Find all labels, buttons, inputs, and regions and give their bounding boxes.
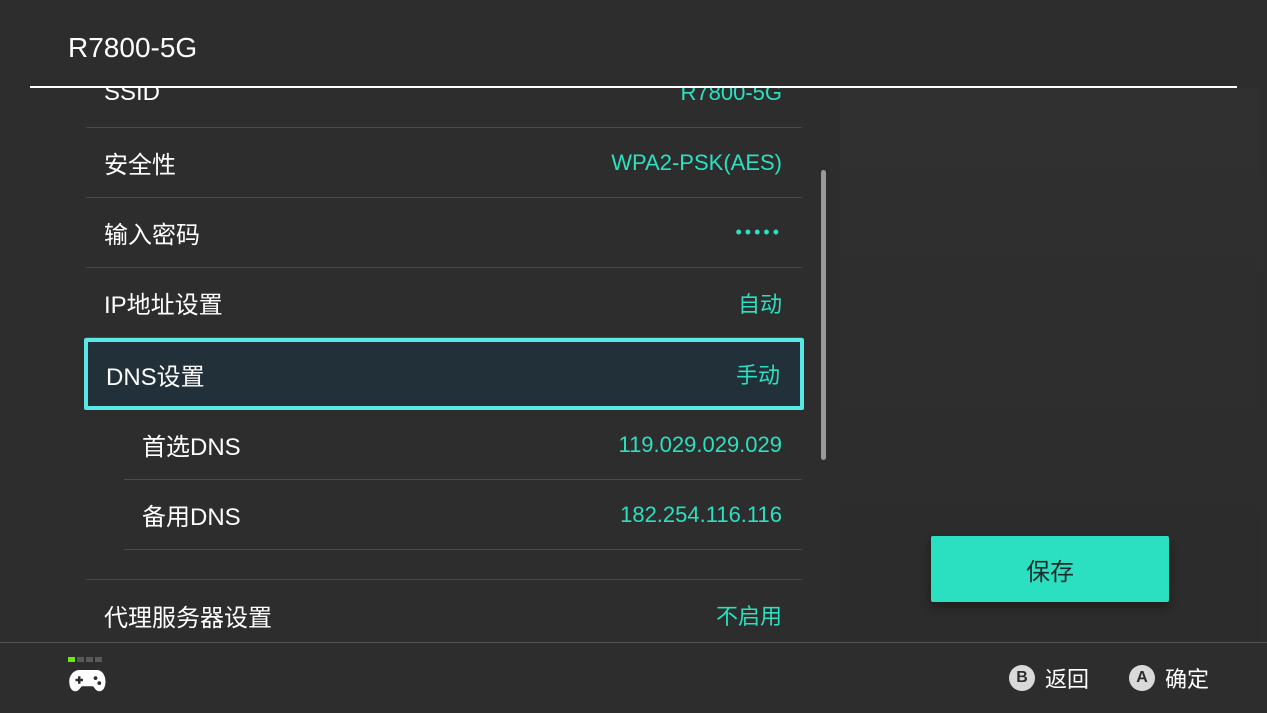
security-value: WPA2-PSK(AES) xyxy=(611,150,782,176)
password-value: ••••• xyxy=(735,222,782,243)
primary-dns-value: 119.029.029.029 xyxy=(618,432,782,458)
controller-icon xyxy=(68,666,108,699)
primary-dns-label: 首选DNS xyxy=(142,427,241,462)
proxy-value: 不启用 xyxy=(716,599,782,631)
footer: B 返回 A 确定 xyxy=(0,642,1267,713)
password-label: 输入密码 xyxy=(104,215,200,250)
a-button-icon: A xyxy=(1129,665,1155,691)
save-button[interactable]: 保存 xyxy=(931,536,1169,602)
ip-value: 自动 xyxy=(738,287,782,319)
dns-value: 手动 xyxy=(736,358,780,390)
row-password[interactable]: 输入密码 ••••• xyxy=(86,198,802,268)
page-title: R7800-5G xyxy=(68,32,197,64)
scrollbar-thumb[interactable] xyxy=(821,170,826,460)
row-primary-dns[interactable]: 首选DNS 119.029.029.029 xyxy=(124,410,802,480)
ssid-label: SSID xyxy=(104,88,160,107)
security-label: 安全性 xyxy=(104,145,176,180)
footer-left xyxy=(68,657,108,699)
row-proxy-settings[interactable]: 代理服务器设置 不启用 xyxy=(86,580,802,642)
alt-dns-label: 备用DNS xyxy=(142,497,241,532)
row-ssid[interactable]: SSID R7800-5G xyxy=(86,88,802,128)
hint-confirm[interactable]: A 确定 xyxy=(1129,662,1209,694)
row-security[interactable]: 安全性 WPA2-PSK(AES) xyxy=(86,128,802,198)
b-button-icon: B xyxy=(1009,665,1035,691)
alt-dns-value: 182.254.116.116 xyxy=(620,502,782,528)
proxy-label: 代理服务器设置 xyxy=(104,598,272,633)
dns-label: DNS设置 xyxy=(106,357,205,392)
row-ip-settings[interactable]: IP地址设置 自动 xyxy=(86,268,802,338)
ip-label: IP地址设置 xyxy=(104,285,223,320)
settings-list: SSID R7800-5G 安全性 WPA2-PSK(AES) 输入密码 •••… xyxy=(0,88,840,642)
back-label: 返回 xyxy=(1045,662,1089,694)
hint-back[interactable]: B 返回 xyxy=(1009,662,1089,694)
confirm-label: 确定 xyxy=(1165,662,1209,694)
content: SSID R7800-5G 安全性 WPA2-PSK(AES) 输入密码 •••… xyxy=(0,88,1267,642)
row-gap xyxy=(86,550,802,580)
footer-hints: B 返回 A 确定 xyxy=(1009,662,1209,694)
right-pane: 保存 xyxy=(840,88,1260,642)
row-alt-dns[interactable]: 备用DNS 182.254.116.116 xyxy=(124,480,802,550)
ssid-value: R7800-5G xyxy=(680,88,782,106)
header: R7800-5G xyxy=(0,0,1267,86)
battery-indicator xyxy=(68,657,102,662)
row-dns-settings[interactable]: DNS设置 手动 xyxy=(84,338,804,410)
